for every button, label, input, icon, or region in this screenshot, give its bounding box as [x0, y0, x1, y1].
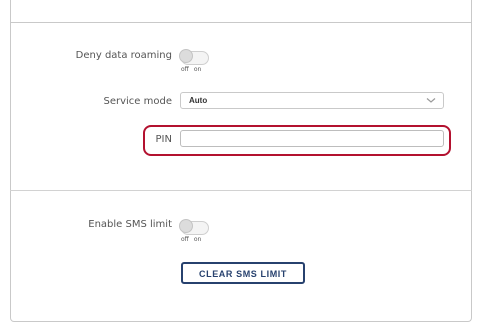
deny-data-roaming-toggle-labels: off on	[181, 66, 206, 73]
section-divider	[10, 190, 472, 191]
toggle-off-label: off	[181, 66, 189, 73]
toggle-off-label: off	[181, 236, 189, 243]
service-mode-value: Auto	[189, 96, 208, 105]
enable-sms-limit-toggle[interactable]	[179, 218, 209, 235]
pin-input[interactable]	[180, 130, 444, 147]
pin-label: PIN	[155, 134, 172, 145]
toggle-knob	[179, 219, 193, 233]
chevron-down-icon	[426, 98, 436, 103]
panel-top-divider	[10, 22, 472, 23]
deny-data-roaming-toggle[interactable]	[179, 48, 209, 65]
service-mode-select[interactable]: Auto	[180, 92, 444, 109]
service-mode-label: Service mode	[103, 96, 173, 107]
toggle-knob	[179, 49, 193, 63]
clear-sms-limit-button[interactable]: CLEAR SMS LIMIT	[181, 262, 305, 284]
toggle-on-label: on	[193, 66, 202, 73]
enable-sms-limit-label: Enable SMS limit	[88, 219, 172, 230]
deny-data-roaming-label: Deny data roaming	[75, 50, 172, 61]
toggle-on-label: on	[193, 236, 202, 243]
enable-sms-limit-toggle-labels: off on	[181, 236, 206, 243]
